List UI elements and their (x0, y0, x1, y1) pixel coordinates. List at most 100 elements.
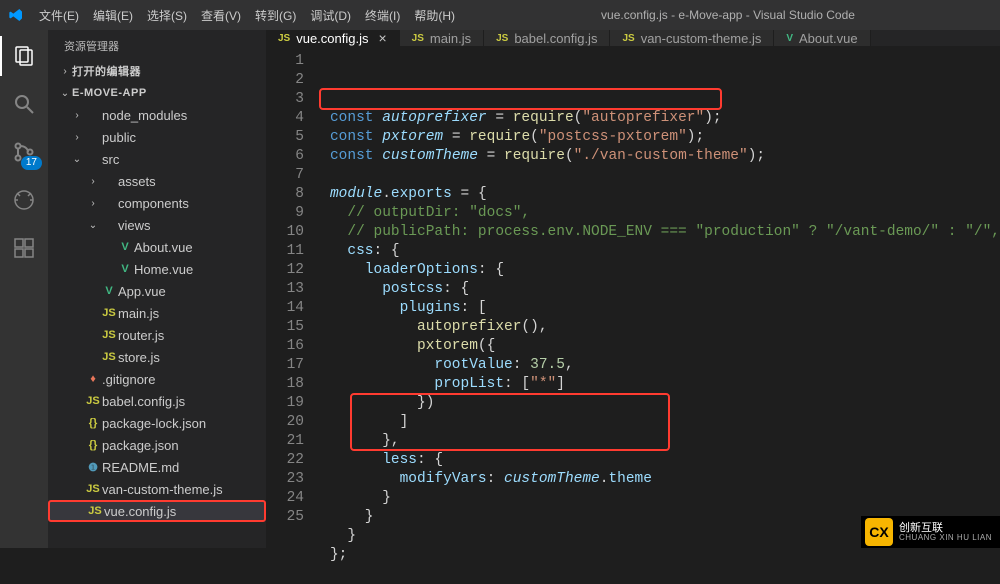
close-icon[interactable]: × (378, 30, 386, 46)
source-control-icon[interactable]: 17 (0, 132, 48, 172)
editor-tab[interactable]: JSvan-custom-theme.js (610, 30, 774, 46)
line-number: 7 (266, 166, 304, 185)
tree-item-label: main.js (118, 306, 159, 321)
code-line: rootValue: 37.5, (330, 356, 1000, 375)
menu-item[interactable]: 查看(V) (194, 5, 248, 27)
line-number: 1 (266, 52, 304, 71)
tree-item[interactable]: {}package.json (48, 434, 266, 456)
tab-label: babel.config.js (514, 31, 597, 46)
code-line: // publicPath: process.env.NODE_ENV === … (330, 223, 1000, 242)
explorer-icon[interactable] (0, 36, 48, 76)
highlight-box (319, 88, 722, 110)
tree-item-label: views (118, 218, 151, 233)
js-icon: JS (496, 33, 508, 44)
line-number: 5 (266, 128, 304, 147)
search-icon[interactable] (0, 84, 48, 124)
tree-item-label: package-lock.json (102, 416, 206, 431)
tree-item[interactable]: ›components (48, 192, 266, 214)
chevron-right-icon: › (86, 176, 100, 187)
extensions-icon[interactable] (0, 228, 48, 268)
editor-tab[interactable]: JS babel.config.js (484, 30, 610, 46)
code-line: }) (330, 394, 1000, 413)
chevron-down-icon: ⌄ (70, 154, 84, 165)
line-number: 16 (266, 337, 304, 356)
line-number: 11 (266, 242, 304, 261)
chevron-right-icon: › (58, 66, 72, 77)
menu-item[interactable]: 选择(S) (140, 5, 194, 27)
tree-item[interactable]: JSvue.config.js (48, 500, 266, 522)
tree-item[interactable]: VHome.vue (48, 258, 266, 280)
tree-item[interactable]: ›public (48, 126, 266, 148)
code-line: postcss: { (330, 280, 1000, 299)
debug-icon[interactable] (0, 180, 48, 220)
code-line: less: { (330, 451, 1000, 470)
explorer-sidebar: 资源管理器 › 打开的编辑器 ⌄ E-MOVE-APP ›node_module… (48, 30, 266, 548)
tree-item[interactable]: ❶README.md (48, 456, 266, 478)
menu-item[interactable]: 终端(I) (358, 5, 407, 27)
editor-tab[interactable]: JSmain.js (400, 30, 484, 46)
code-content[interactable]: const autoprefixer = require("autoprefix… (322, 46, 1000, 584)
md-icon: ❶ (84, 461, 102, 474)
line-number: 20 (266, 413, 304, 432)
tree-item[interactable]: ⌄src (48, 148, 266, 170)
code-line (330, 166, 1000, 185)
tree-item[interactable]: JSrouter.js (48, 324, 266, 346)
open-editors-section[interactable]: › 打开的编辑器 (48, 60, 266, 82)
sidebar-header: 资源管理器 (48, 30, 266, 60)
js-icon: JS (100, 351, 118, 363)
tree-item-label: router.js (118, 328, 164, 343)
js-icon: JS (100, 329, 118, 341)
code-line: modifyVars: customTheme.theme (330, 470, 1000, 489)
code-line: }, (330, 432, 1000, 451)
code-line: } (330, 489, 1000, 508)
line-number: 18 (266, 375, 304, 394)
code-editor[interactable]: 1234567891011121314151617181920212223242… (266, 46, 1000, 584)
editor-tab[interactable]: VAbout.vue (774, 30, 870, 46)
chevron-right-icon: › (70, 132, 84, 143)
watermark-sub: CHUANG XIN HU LIAN (899, 534, 992, 543)
chevron-down-icon: ⌄ (86, 220, 100, 231)
line-number: 14 (266, 299, 304, 318)
code-line: module.exports = { (330, 185, 1000, 204)
tree-item[interactable]: JSvan-custom-theme.js (48, 478, 266, 500)
line-number: 10 (266, 223, 304, 242)
editor-tab[interactable]: JSvue.config.js× (266, 30, 400, 46)
js-icon: JS (100, 307, 118, 319)
code-line: loaderOptions: { (330, 261, 1000, 280)
json-icon: {} (84, 439, 102, 451)
tree-item[interactable]: ›node_modules (48, 104, 266, 126)
activity-bar: 17 (0, 30, 48, 548)
menu-item[interactable]: 帮助(H) (407, 5, 462, 27)
tree-item-label: App.vue (118, 284, 166, 299)
menu-item[interactable]: 调试(D) (303, 5, 358, 27)
chevron-down-icon: ⌄ (58, 88, 72, 99)
tree-item[interactable]: {}package-lock.json (48, 412, 266, 434)
window-title: vue.config.js - e-Move-app - Visual Stud… (464, 8, 992, 22)
tree-item[interactable]: VApp.vue (48, 280, 266, 302)
chevron-right-icon: › (86, 198, 100, 209)
code-line: pxtorem({ (330, 337, 1000, 356)
line-number: 2 (266, 71, 304, 90)
tree-item[interactable]: ⌄ views (48, 214, 266, 236)
tree-item[interactable]: ♦.gitignore (48, 368, 266, 390)
tree-item[interactable]: JSmain.js (48, 302, 266, 324)
js-icon: JS (278, 33, 290, 44)
tree-item-label: store.js (118, 350, 160, 365)
menu-item[interactable]: 文件(E) (32, 5, 86, 27)
tree-item[interactable]: VAbout.vue (48, 236, 266, 258)
git-icon: ♦ (84, 373, 102, 385)
tree-item[interactable]: JSstore.js (48, 346, 266, 368)
line-number: 24 (266, 489, 304, 508)
menu-item[interactable]: 转到(G) (248, 5, 303, 27)
code-line: }; (330, 546, 1000, 565)
vue-icon: V (116, 263, 134, 275)
vue-icon: V (100, 285, 118, 297)
code-line: // outputDir: "docs", (330, 204, 1000, 223)
tab-label: About.vue (799, 31, 858, 46)
menu-item[interactable]: 编辑(E) (86, 5, 140, 27)
project-section[interactable]: ⌄ E-MOVE-APP (48, 82, 266, 104)
tree-item[interactable]: ›assets (48, 170, 266, 192)
tab-label: main.js (430, 31, 471, 46)
line-number: 25 (266, 508, 304, 527)
tree-item[interactable]: JSbabel.config.js (48, 390, 266, 412)
